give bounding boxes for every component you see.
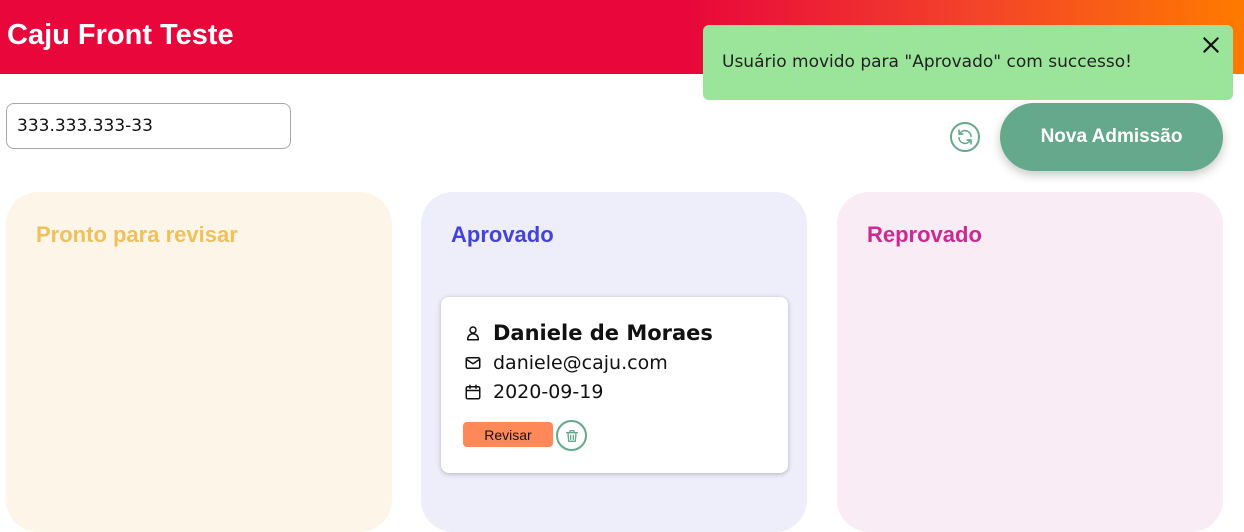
toast-message: Usuário movido para "Aprovado" com succe…	[722, 52, 1132, 72]
trash-icon	[564, 428, 580, 444]
column-title-review: Pronto para revisar	[36, 222, 238, 247]
card-email: daniele@caju.com	[493, 352, 668, 374]
refresh-icon	[956, 128, 974, 146]
calendar-icon	[463, 382, 483, 402]
mail-icon	[463, 353, 483, 373]
column-title-approved: Aprovado	[451, 222, 554, 247]
registration-card[interactable]: Daniele de Moraes daniele@caju.com 2020-…	[441, 297, 788, 473]
card-name-row: Daniele de Moraes	[463, 321, 713, 345]
card-date-row: 2020-09-19	[463, 381, 603, 403]
refresh-button[interactable]	[950, 122, 980, 152]
column-ready-for-review: Pronto para revisar	[6, 192, 392, 532]
revisar-button[interactable]: Revisar	[463, 422, 553, 447]
close-icon	[1201, 35, 1221, 55]
column-title-reproved: Reprovado	[867, 222, 982, 247]
card-email-row: daniele@caju.com	[463, 352, 668, 374]
toast-close-button[interactable]	[1199, 33, 1223, 57]
column-reproved: Reprovado	[837, 192, 1223, 532]
user-icon	[463, 323, 483, 343]
delete-button[interactable]	[556, 420, 587, 451]
app-title: Caju Front Teste	[7, 19, 234, 51]
toast-notification: Usuário movido para "Aprovado" com succe…	[703, 25, 1233, 100]
card-date: 2020-09-19	[493, 381, 604, 403]
column-approved: Aprovado Daniele de Moraes daniele@caju.…	[421, 192, 807, 532]
search-input[interactable]	[6, 103, 291, 149]
new-admission-button[interactable]: Nova Admissão	[1000, 103, 1223, 171]
card-name: Daniele de Moraes	[493, 321, 713, 345]
